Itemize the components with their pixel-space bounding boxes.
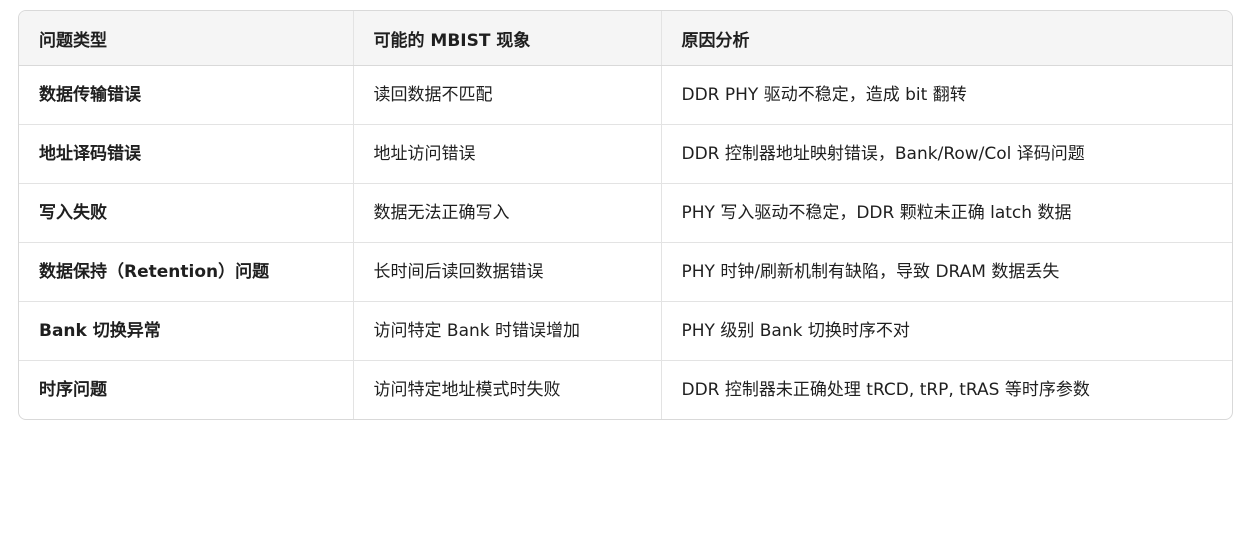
issue-analysis-table: 问题类型 可能的 MBIST 现象 原因分析 数据传输错误 读回数据不匹配 DD… bbox=[19, 11, 1232, 419]
phenomenon-cell: 读回数据不匹配 bbox=[352, 65, 661, 125]
issue-type-cell: 地址译码错误 bbox=[19, 124, 353, 184]
phenomenon-cell: 地址访问错误 bbox=[352, 124, 661, 184]
issue-type-cell: Bank 切换异常 bbox=[19, 301, 353, 361]
phenomenon-cell: 长时间后读回数据错误 bbox=[352, 242, 661, 302]
table-row: 写入失败 数据无法正确写入 PHY 写入驱动不稳定，DDR 颗粒未正确 latc… bbox=[19, 183, 1232, 243]
cause-cell: PHY 时钟/刷新机制有缺陷，导致 DRAM 数据丢失 bbox=[660, 242, 1232, 302]
table-row: 数据传输错误 读回数据不匹配 DDR PHY 驱动不稳定，造成 bit 翻转 bbox=[19, 65, 1232, 125]
phenomenon-cell: 访问特定 Bank 时错误增加 bbox=[352, 301, 661, 361]
header-mbist-phenomenon: 可能的 MBIST 现象 bbox=[352, 11, 661, 66]
issue-analysis-table-container: 问题类型 可能的 MBIST 现象 原因分析 数据传输错误 读回数据不匹配 DD… bbox=[18, 10, 1233, 420]
issue-type-cell: 写入失败 bbox=[19, 183, 353, 243]
phenomenon-cell: 访问特定地址模式时失败 bbox=[352, 360, 661, 419]
table-header: 问题类型 可能的 MBIST 现象 原因分析 bbox=[19, 11, 1232, 66]
table-row: Bank 切换异常 访问特定 Bank 时错误增加 PHY 级别 Bank 切换… bbox=[19, 301, 1232, 361]
issue-type-cell: 数据保持（Retention）问题 bbox=[19, 242, 353, 302]
table-row: 时序问题 访问特定地址模式时失败 DDR 控制器未正确处理 tRCD, tRP,… bbox=[19, 360, 1232, 419]
header-cause-analysis: 原因分析 bbox=[660, 11, 1232, 66]
issue-type-cell: 数据传输错误 bbox=[39, 85, 141, 105]
issue-type-cell: 时序问题 bbox=[19, 360, 353, 419]
table-row: 地址译码错误 地址访问错误 DDR 控制器地址映射错误，Bank/Row/Col… bbox=[19, 124, 1232, 184]
cause-cell: PHY 写入驱动不稳定，DDR 颗粒未正确 latch 数据 bbox=[660, 183, 1232, 243]
phenomenon-cell: 数据无法正确写入 bbox=[352, 183, 661, 243]
cause-cell: DDR 控制器地址映射错误，Bank/Row/Col 译码问题 bbox=[660, 124, 1232, 184]
table-body: 数据传输错误 读回数据不匹配 DDR PHY 驱动不稳定，造成 bit 翻转 地… bbox=[19, 65, 1232, 419]
cause-cell: PHY 级别 Bank 切换时序不对 bbox=[660, 301, 1232, 361]
cause-cell: DDR 控制器未正确处理 tRCD, tRP, tRAS 等时序参数 bbox=[660, 360, 1232, 419]
table-row: 数据保持（Retention）问题 长时间后读回数据错误 PHY 时钟/刷新机制… bbox=[19, 242, 1232, 302]
cause-cell: DDR PHY 驱动不稳定，造成 bit 翻转 bbox=[660, 65, 1232, 125]
header-issue-type: 问题类型 bbox=[19, 11, 353, 66]
header-row: 问题类型 可能的 MBIST 现象 原因分析 bbox=[19, 11, 1232, 66]
